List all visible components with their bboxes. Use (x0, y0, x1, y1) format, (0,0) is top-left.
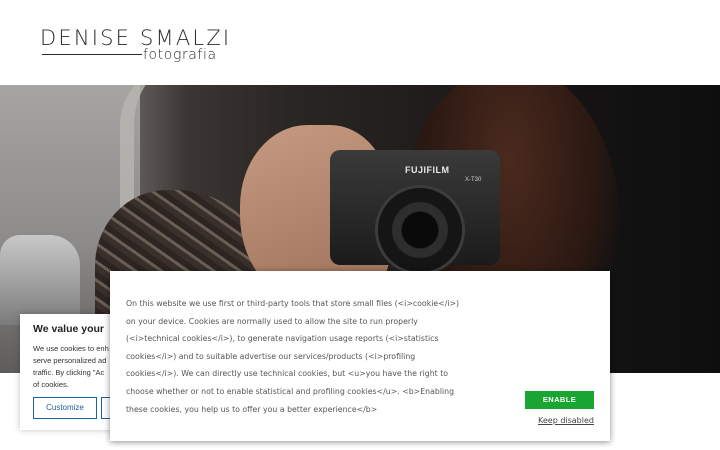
logo-underline (42, 54, 142, 55)
keep-disabled-link[interactable]: Keep disabled (538, 416, 594, 425)
camera-brand-text: FUJIFILM (405, 165, 450, 175)
cookie-banner: On this website we use first or third-pa… (110, 271, 610, 441)
camera-model-text: X-T30 (465, 177, 482, 183)
logo-subtitle: fotografia (143, 47, 217, 63)
site-header: DENISE SMALZI fotografia (0, 0, 720, 85)
cookie-banner-text: On this website we use first or third-pa… (126, 299, 460, 414)
privacy-panel-title: We value your (33, 323, 104, 335)
hero-parked-car (0, 235, 80, 325)
customize-button[interactable]: Customize (33, 397, 97, 419)
site-logo[interactable]: DENISE SMALZI fotografia (40, 26, 229, 70)
page: DENISE SMALZI fotografia FUJIFILM X-T30 … (0, 0, 720, 450)
enable-cookies-button[interactable]: ENABLE (525, 391, 594, 409)
hero-camera-lens (375, 185, 465, 275)
